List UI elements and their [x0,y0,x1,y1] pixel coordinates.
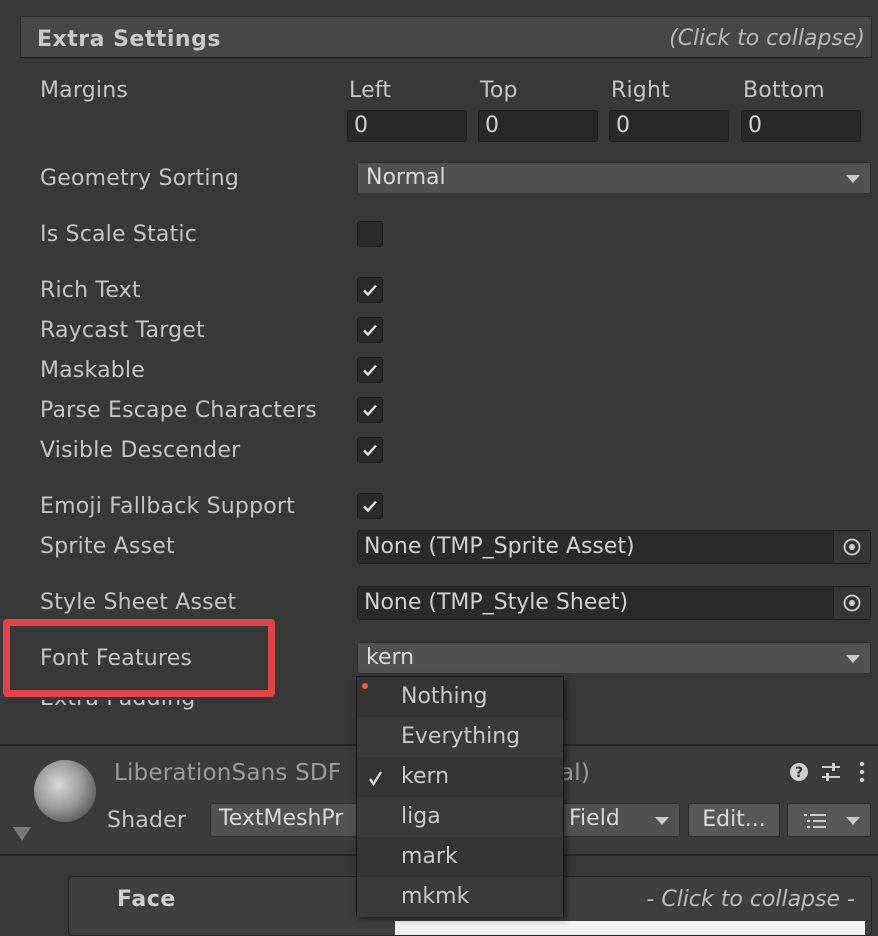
foldout-arrow-icon[interactable] [12,826,32,846]
checkmark-icon [363,404,377,417]
margin-left-label: Left [349,78,392,103]
highlight-annotation [3,619,275,697]
popup-item-label: kern [401,764,450,789]
popup-item-mark[interactable]: mark [357,837,563,877]
font-features-popup-menu: Nothing Everything kern liga mark mkmk [356,676,564,917]
popup-item-nothing[interactable]: Nothing [357,677,563,717]
is-scale-static-checkbox[interactable] [357,221,383,247]
margin-right-label: Right [611,78,670,103]
checkmark-icon [363,284,377,297]
maskable-checkbox[interactable] [357,357,383,383]
chevron-down-icon [655,817,669,825]
margin-top-field[interactable]: 0 [478,110,598,142]
raycast-target-checkbox[interactable] [357,317,383,343]
checkmark-icon [363,444,377,457]
extra-settings-header[interactable]: Extra Settings (Click to collapse) [20,16,872,58]
margins-label: Margins [40,78,129,103]
checkmark-icon [369,771,383,787]
style-sheet-asset-label: Style Sheet Asset [40,590,237,615]
face-color-swatch[interactable] [395,921,865,935]
section-title: Extra Settings [37,27,221,52]
style-sheet-asset-value: None (TMP_Style Sheet) [364,590,629,615]
chevron-down-icon [846,817,860,825]
visible-descender-checkbox[interactable] [357,437,383,463]
popup-item-label: liga [401,804,441,829]
raycast-target-label: Raycast Target [40,318,205,343]
popup-item-liga[interactable]: liga [357,797,563,837]
svg-text:?: ? [795,765,803,781]
popup-item-mkmk[interactable]: mkmk [357,877,563,917]
popup-item-kern[interactable]: kern [357,757,563,797]
help-icon[interactable]: ? [789,762,809,786]
font-features-value: kern [366,645,415,670]
rich-text-label: Rich Text [40,278,141,303]
visible-descender-label: Visible Descender [40,438,241,463]
popup-item-label: mkmk [401,884,470,909]
margin-bottom-label: Bottom [743,78,825,103]
collapse-hint: (Click to collapse) [669,26,865,51]
popup-item-label: Everything [401,724,521,749]
sprite-asset-label: Sprite Asset [40,534,175,559]
shader-value: TextMeshPr [219,806,344,831]
emoji-fallback-label: Emoji Fallback Support [40,494,295,519]
maskable-label: Maskable [40,358,145,383]
more-options-icon[interactable] [858,761,866,787]
checkmark-icon [363,500,377,513]
material-name-suffix: al) [560,760,591,786]
material-preview-sphere [34,760,96,822]
material-name: LiberationSans SDF [114,760,342,786]
geometry-sorting-dropdown[interactable]: Normal [357,162,871,194]
chevron-down-icon [846,175,860,183]
checkmark-icon [363,324,377,337]
preset-settings-icon[interactable] [820,761,842,787]
is-scale-static-label: Is Scale Static [40,222,198,247]
popup-item-label: Nothing [401,684,488,709]
face-title: Face [117,887,176,912]
geometry-sorting-value: Normal [366,165,446,190]
style-sheet-asset-field[interactable]: None (TMP_Style Sheet) [357,586,871,620]
margin-bottom-field[interactable]: 0 [741,110,861,142]
popup-item-label: mark [401,844,458,869]
shader-options-button[interactable] [787,803,871,837]
margin-right-field[interactable]: 0 [609,110,729,142]
sprite-asset-field[interactable]: None (TMP_Sprite Asset) [357,530,871,564]
margin-left-field[interactable]: 0 [347,110,467,142]
checkmark-icon [363,364,377,377]
rich-text-checkbox[interactable] [357,277,383,303]
shader-value-tail: Field [569,806,620,831]
popup-item-everything[interactable]: Everything [357,717,563,757]
edit-shader-button[interactable]: Edit... [688,803,780,837]
emoji-fallback-checkbox[interactable] [357,493,383,519]
parse-escape-characters-label: Parse Escape Characters [40,398,317,423]
parse-escape-characters-checkbox[interactable] [357,397,383,423]
sprite-asset-value: None (TMP_Sprite Asset) [364,534,635,559]
chevron-down-icon [846,655,860,663]
shader-label: Shader [107,808,187,833]
object-picker-icon[interactable] [833,531,870,563]
font-features-dropdown[interactable]: kern [357,642,871,674]
margin-top-label: Top [480,78,518,103]
geometry-sorting-label: Geometry Sorting [40,166,240,191]
object-picker-icon[interactable] [833,587,870,619]
list-icon [804,814,826,828]
face-collapse-hint: - Click to collapse - [646,887,855,912]
